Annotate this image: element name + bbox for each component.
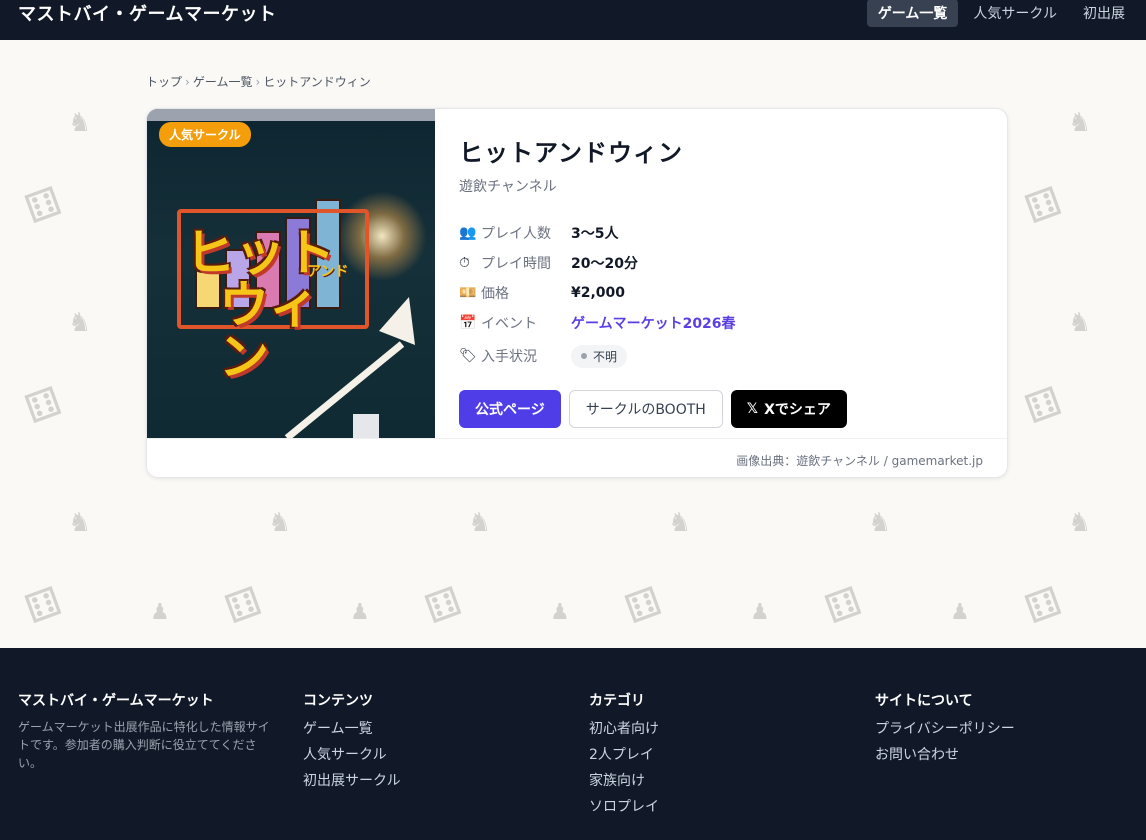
knight-pattern-icon: ♞ [68,308,92,338]
time-value: 20〜20分 [571,256,638,272]
knight-pattern-icon: ♞ [668,508,692,538]
knight-pattern-icon: ♞ [468,508,492,538]
share-x-button[interactable]: 𝕏 Xでシェア [730,390,847,428]
price-row: 💴 価格 ¥2,000 [459,278,979,308]
footer-link-privacy[interactable]: プライバシーポリシー [875,718,1015,744]
footer-about-title: サイトについて [875,693,973,709]
calendar-icon: 📅 [459,315,477,331]
pawn-pattern-icon: ♟ [350,600,370,625]
footer-description: ゲームマーケット出展作品に特化した情報サイトです。参加者の購入判断に役立ててくだ… [18,720,270,770]
game-info: ヒットアンドウィン 遊飲チャンネル 👥 プレイ人数 3〜5人 ⏱ プレイ時間 2… [459,133,979,428]
stock-label: 入手状況 [481,349,537,365]
footer-category-title: カテゴリ [589,693,645,709]
stock-status-badge: 不明 [571,344,628,368]
event-label: イベント [481,316,537,332]
dice-pattern-icon: ⚅ [419,578,468,634]
players-value: 3〜5人 [571,226,619,242]
site-header: マストバイ・ゲームマーケット ゲーム一覧 人気サークル 初出展 [0,0,1146,40]
status-dot-icon [581,353,587,359]
pawn-pattern-icon: ♟ [950,600,970,625]
site-footer: マストバイ・ゲームマーケット ゲームマーケット出展作品に特化した情報サイトです。… [0,648,1146,840]
game-title: ヒットアンドウィン [459,139,684,167]
money-icon: 💴 [459,285,477,301]
dice-pattern-icon: ⚅ [1019,178,1068,234]
circle-booth-button[interactable]: サークルのBOOTH [568,390,723,428]
footer-link-beginner[interactable]: 初心者向け [589,718,659,744]
dice-pattern-icon: ⚅ [619,578,668,634]
footer-link-two-player[interactable]: 2人プレイ [589,744,659,770]
breadcrumb-game-list[interactable]: ゲーム一覧 [193,75,253,89]
dice-pattern-icon: ⚅ [19,378,68,434]
popular-circle-badge: 人気サークル [159,122,251,147]
stopwatch-icon: ⏱ [459,255,470,271]
event-row: 📅 イベント ゲームマーケット2026春 [459,308,979,338]
knight-pattern-icon: ♞ [1068,108,1092,138]
knight-pattern-icon: ♞ [68,508,92,538]
knight-pattern-icon: ♞ [68,108,92,138]
time-label: プレイ時間 [481,256,551,272]
players-label: プレイ人数 [481,226,551,242]
main-nav: ゲーム一覧 人気サークル 初出展 [866,0,1146,27]
site-logo[interactable]: マストバイ・ゲームマーケット [0,0,276,26]
action-buttons: 公式ページ サークルのBOOTH 𝕏 Xでシェア [459,390,979,428]
footer-contents-title: コンテンツ [303,693,373,709]
official-page-button[interactable]: 公式ページ [459,390,561,428]
footer-link-popular[interactable]: 人気サークル [303,744,401,770]
nav-popular-circles[interactable]: 人気サークル [962,0,1068,27]
knight-pattern-icon: ♞ [268,508,292,538]
footer-link-game-list[interactable]: ゲーム一覧 [303,718,401,744]
footer-brand: マストバイ・ゲームマーケット [18,693,214,709]
stock-row: 🏷 入手状況 不明 [459,338,979,374]
dice-pattern-icon: ⚅ [19,578,68,634]
dice-pattern-icon: ⚅ [819,578,868,634]
event-link[interactable]: ゲームマーケット2026春 [571,313,736,333]
footer-contents: コンテンツ ゲーム一覧 人気サークル 初出展サークル [303,690,401,796]
tag-icon: 🏷 [459,348,477,364]
dice-pattern-icon: ⚅ [219,578,268,634]
x-logo-icon: 𝕏 [746,401,759,417]
knight-pattern-icon: ♞ [868,508,892,538]
main-content: ♞ ♞ ⚅ ⚅ ♞ ♞ ⚅ ⚅ ♞ ♞ ♞ ♞ ♞ ♞ ⚅ ♟ ⚅ ♟ ⚅ ♟ … [0,40,1146,648]
game-cover-image: ヒット ウィン アンド 人気サークル [147,109,435,438]
pawn-pattern-icon: ♟ [550,600,570,625]
footer-about-site: マストバイ・ゲームマーケット ゲームマーケット出展作品に特化した情報サイトです。… [18,690,274,772]
players-row: 👥 プレイ人数 3〜5人 [459,218,979,248]
breadcrumb: トップ › ゲーム一覧 › ヒットアンドウィン [146,75,371,89]
nav-first-exhibit[interactable]: 初出展 [1072,0,1136,27]
footer-link-family[interactable]: 家族向け [589,770,659,796]
circle-name: 遊飲チャンネル [459,179,557,195]
arrow-graphic [284,297,415,438]
footer-link-contact[interactable]: お問い合わせ [875,744,1015,770]
pawn-pattern-icon: ♟ [150,600,170,625]
dice-pattern-icon: ⚅ [1019,378,1068,434]
time-row: ⏱ プレイ時間 20〜20分 [459,248,979,278]
dice-pattern-icon: ⚅ [1019,578,1068,634]
footer-categories: カテゴリ 初心者向け 2人プレイ 家族向け ソロプレイ [589,690,659,822]
breadcrumb-top[interactable]: トップ [146,75,182,89]
pawn-pattern-icon: ♟ [750,600,770,625]
people-icon: 👥 [459,225,477,241]
price-value: ¥2,000 [571,285,626,301]
nav-game-list[interactable]: ゲーム一覧 [866,0,959,27]
price-label: 価格 [481,286,509,302]
dice-pattern-icon: ⚅ [19,178,68,234]
knight-pattern-icon: ♞ [1068,508,1092,538]
image-credit: 画像出典：遊飲チャンネル / gamemarket.jp [736,454,983,468]
footer-link-first-exhibit[interactable]: 初出展サークル [303,770,401,796]
footer-site-info: サイトについて プライバシーポリシー お問い合わせ [875,690,1015,770]
footer-link-solo[interactable]: ソロプレイ [589,796,659,822]
breadcrumb-current: ヒットアンドウィン [263,75,371,89]
knight-pattern-icon: ♞ [1068,308,1092,338]
game-detail-card: ヒット ウィン アンド 人気サークル ヒットアンドウィン 遊飲チャンネル 👥 プ… [146,108,1008,478]
